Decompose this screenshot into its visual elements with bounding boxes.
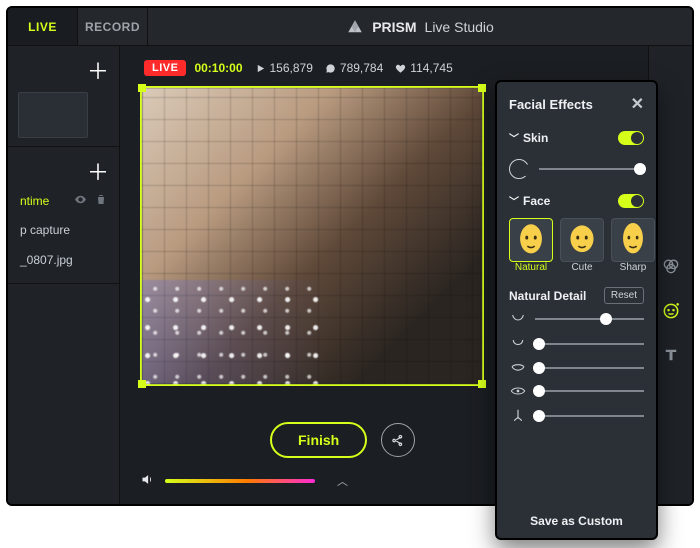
tab-record[interactable]: RECORD xyxy=(78,8,148,45)
brand-suffix: Live Studio xyxy=(425,19,494,35)
stat-views: 156,879 xyxy=(255,61,313,75)
stat-comments: 789,784 xyxy=(325,61,383,75)
detail-sliders xyxy=(509,312,644,424)
topbar: LIVE RECORD PRISM Live Studio xyxy=(8,8,692,46)
expand-volume-icon[interactable]: ︿ xyxy=(337,473,348,489)
jaw-icon xyxy=(509,337,527,351)
source-label: ntime xyxy=(20,194,49,208)
share-button[interactable] xyxy=(381,423,415,457)
skin-toggle[interactable] xyxy=(618,131,644,145)
resize-handle-tl[interactable] xyxy=(138,84,146,92)
share-icon xyxy=(391,433,406,448)
scene-thumbnail[interactable] xyxy=(18,92,88,138)
face-preset-grid: Natural Cute Sharp xyxy=(509,218,644,273)
mode-tabs: LIVE RECORD xyxy=(8,8,148,45)
tab-live[interactable]: LIVE xyxy=(8,8,78,45)
comment-icon xyxy=(325,63,336,74)
nose-icon xyxy=(509,408,527,424)
add-scene-button[interactable]: ＋ xyxy=(18,54,109,86)
face-preset-label: Sharp xyxy=(611,262,655,273)
stream-info-bar: LIVE 00:10:00 156,879 789,784 114,745 xyxy=(144,60,672,76)
mouth-icon xyxy=(509,362,527,374)
volume-icon[interactable] xyxy=(140,472,155,490)
finish-button[interactable]: Finish xyxy=(270,422,367,458)
jaw-slider[interactable] xyxy=(535,343,644,345)
chin-slider[interactable] xyxy=(535,318,644,320)
source-item-runtime[interactable]: ntime xyxy=(18,187,109,215)
face-section-label: Face xyxy=(523,194,550,208)
resize-handle-br[interactable] xyxy=(478,380,486,388)
source-item-capture[interactable]: p capture xyxy=(18,215,109,245)
views-value: 156,879 xyxy=(270,61,313,75)
facial-effects-tool-icon[interactable] xyxy=(661,301,681,324)
chevron-down-icon[interactable]: ﹀ xyxy=(509,134,519,145)
skin-slider[interactable] xyxy=(539,168,644,170)
face-preset-cute[interactable]: Cute xyxy=(560,218,604,273)
brand-name: PRISM xyxy=(372,19,416,35)
reset-button[interactable]: Reset xyxy=(604,287,644,304)
left-sidebar: ＋ ＋ ntime p capture _ xyxy=(8,46,120,504)
mouth-slider[interactable] xyxy=(535,367,644,369)
video-content xyxy=(142,88,482,384)
eyes-slider[interactable] xyxy=(535,390,644,392)
volume-slider[interactable] xyxy=(165,479,315,483)
delete-icon[interactable] xyxy=(95,193,107,209)
source-item-image[interactable]: _0807.jpg xyxy=(18,245,109,275)
save-as-custom-button[interactable]: Save as Custom xyxy=(530,506,623,530)
filters-tool-icon[interactable] xyxy=(661,256,681,279)
eyes-icon xyxy=(509,385,527,397)
face-toggle[interactable] xyxy=(618,194,644,208)
elapsed-time: 00:10:00 xyxy=(194,61,242,75)
app-title: PRISM Live Studio xyxy=(148,18,692,36)
close-icon[interactable]: ✕ xyxy=(631,94,644,114)
nose-slider[interactable] xyxy=(535,415,644,417)
preview-canvas[interactable] xyxy=(140,86,484,386)
chin-icon xyxy=(509,312,527,326)
chevron-down-icon[interactable]: ﹀ xyxy=(509,197,519,208)
add-source-button[interactable]: ＋ xyxy=(18,155,109,187)
face-preset-label: Natural xyxy=(509,262,553,273)
face-preset-natural[interactable]: Natural xyxy=(509,218,553,273)
live-badge: LIVE xyxy=(144,60,186,76)
face-preset-sharp[interactable]: Sharp xyxy=(611,218,655,273)
likes-value: 114,745 xyxy=(410,61,453,75)
stat-likes: 114,745 xyxy=(395,61,453,75)
heart-icon xyxy=(395,63,406,74)
comments-value: 789,784 xyxy=(340,61,383,75)
prism-logo-icon xyxy=(346,18,364,36)
text-tool-icon[interactable] xyxy=(662,346,680,367)
panel-title: Facial Effects xyxy=(509,97,593,112)
skin-section-label: Skin xyxy=(523,131,548,145)
resize-handle-bl[interactable] xyxy=(138,380,146,388)
face-preset-label: Cute xyxy=(560,262,604,273)
skin-smooth-icon xyxy=(509,159,529,179)
visibility-icon[interactable] xyxy=(74,193,87,209)
resize-handle-tr[interactable] xyxy=(478,84,486,92)
play-icon xyxy=(255,63,266,74)
facial-effects-panel: Facial Effects ✕ ﹀ Skin ﹀ Face Natural Cut… xyxy=(495,80,658,540)
detail-heading: Natural Detail xyxy=(509,289,586,303)
